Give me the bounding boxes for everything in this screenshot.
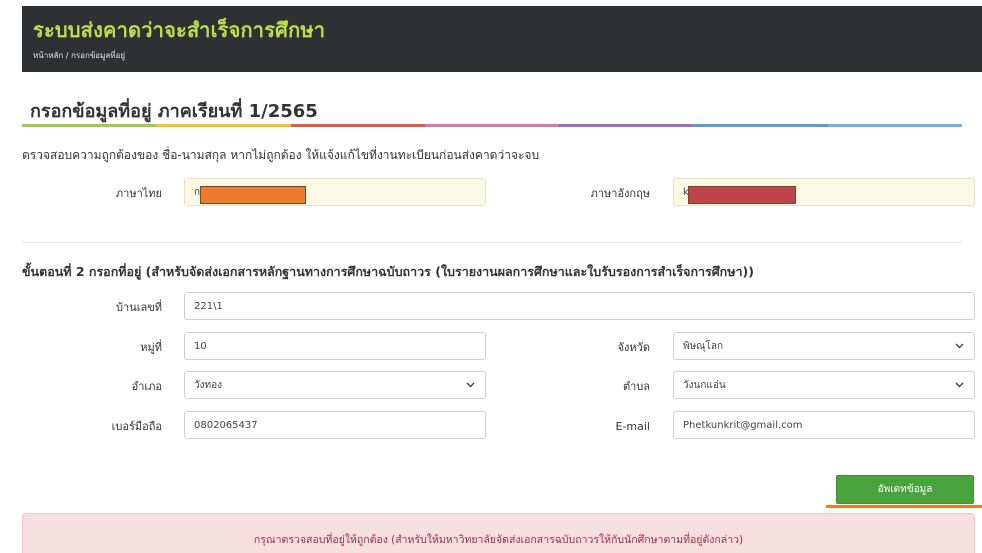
- province-value: พิษณุโลก: [683, 340, 724, 352]
- breadcrumb[interactable]: หน้าหลัก / กรอกข้อมูลที่อยู่: [33, 49, 982, 62]
- page-title: กรอกข้อมูลที่อยู่ ภาคเรียนที่ 1/2565: [30, 101, 318, 122]
- rainbow-segment: [290, 124, 425, 127]
- button-highlight-underline: [826, 505, 982, 508]
- moo-value: 10: [194, 340, 207, 352]
- address-alert: กรุณาตรวจสอบที่อยู่ให้ถูกต้อง (สำหรับให้…: [22, 513, 975, 553]
- app-title: ระบบส่งคาดว่าจะสำเร็จการศึกษา: [33, 18, 326, 42]
- district-value: วังทอง: [194, 379, 222, 391]
- phone-label: เบอร์มือถือ: [111, 420, 162, 433]
- phone-value: 0802065437: [194, 419, 258, 431]
- district-label: อำเภอ: [131, 380, 162, 393]
- rainbow-divider: [22, 124, 962, 127]
- app-header: ระบบส่งคาดว่าจะสำเร็จการศึกษา หน้าหลัก /…: [22, 6, 982, 72]
- district-select[interactable]: วังทอง: [184, 371, 486, 399]
- email-value: Phetkunkrit@gmail.com: [683, 419, 803, 431]
- subdistrict-select[interactable]: วังนกแอ่น: [673, 371, 975, 399]
- chevron-down-icon: [953, 340, 965, 352]
- step-2-title: ขั้นตอนที่ 2 กรอกที่อยู่ (สำหรับจัดส่งเอ…: [22, 264, 754, 279]
- rainbow-segment: [693, 124, 828, 127]
- thai-name-label: ภาษาไทย: [115, 187, 162, 200]
- rainbow-segment: [156, 124, 291, 127]
- rainbow-segment: [22, 124, 157, 127]
- chevron-down-icon: [464, 379, 476, 391]
- name-check-notice: ตรวจสอบความถูกต้องของ ชื่อ-นามสกุล หากไม…: [22, 148, 540, 162]
- email-label: E-mail: [615, 420, 651, 433]
- rainbow-segment: [424, 124, 560, 127]
- redaction-box: [200, 186, 306, 204]
- moo-label: หมู่ที่: [140, 341, 162, 354]
- moo-input[interactable]: 10: [184, 332, 486, 360]
- house-no-label: บ้านเลขที่: [116, 301, 162, 314]
- province-label: จังหวัด: [617, 341, 650, 354]
- update-button[interactable]: อัพเดทข้อมูล: [836, 475, 974, 504]
- email-input[interactable]: Phetkunkrit@gmail.com: [673, 411, 975, 439]
- subdistrict-label: ตำบล: [622, 380, 650, 393]
- english-name-label: ภาษาอังกฤษ: [590, 187, 650, 200]
- phone-input[interactable]: 0802065437: [184, 411, 486, 439]
- redaction-box: [688, 186, 796, 204]
- province-select[interactable]: พิษณุโลก: [673, 332, 975, 360]
- house-no-input[interactable]: 221\1: [184, 292, 975, 320]
- house-no-value: 221\1: [194, 300, 223, 312]
- chevron-down-icon: [953, 379, 965, 391]
- subdistrict-value: วังนกแอ่น: [683, 379, 726, 391]
- rainbow-segment: [827, 124, 962, 127]
- rainbow-segment: [559, 124, 694, 127]
- section-divider: [22, 242, 962, 243]
